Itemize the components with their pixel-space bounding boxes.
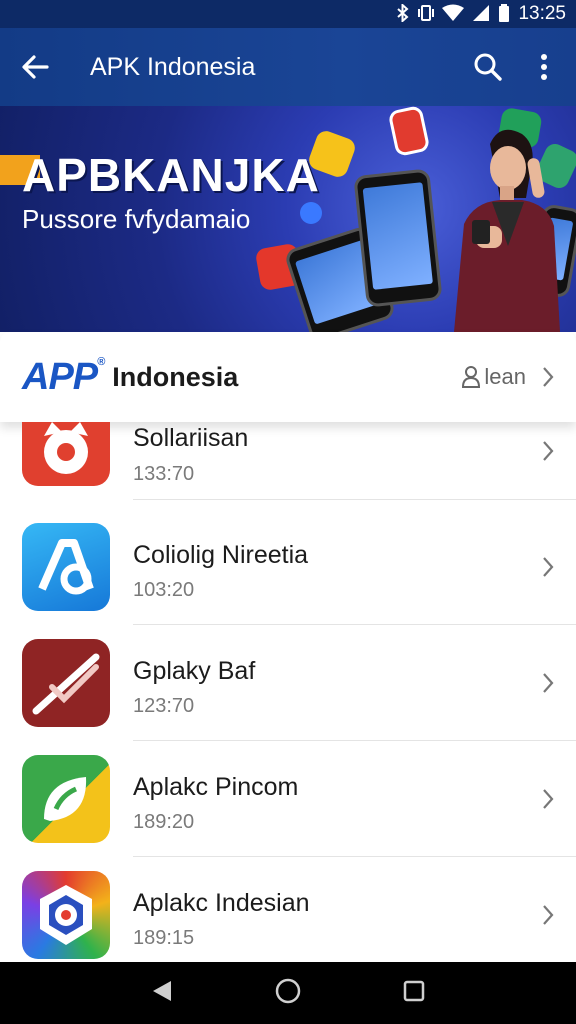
square-recents-icon — [403, 980, 425, 1001]
recents-nav-button[interactable] — [403, 980, 425, 1007]
app-meta: 123:70 — [133, 695, 195, 717]
app-icon-coliolig — [22, 523, 110, 611]
signal-icon — [472, 4, 490, 25]
login-label: lean — [484, 364, 526, 389]
app-meta: 189:15 — [133, 927, 195, 949]
app-name: Gplaky Baf — [133, 657, 256, 685]
app-meta: 103:20 — [133, 579, 195, 601]
app-name: Aplakc Indesian — [133, 889, 310, 917]
app-name: Coliolig Nireetia — [133, 541, 309, 569]
list-item[interactable]: Aplakc Indesian 189:15 — [0, 857, 576, 962]
floating-app-tile — [387, 106, 431, 158]
person-illustration — [454, 129, 560, 332]
list-item[interactable]: Gplaky Baf 123:70 — [0, 625, 576, 741]
more-vert-icon — [541, 54, 547, 80]
brand-header-card: APP® Indonesia lean — [0, 332, 576, 422]
list-item[interactable]: Coliolig Nireetia 103:20 — [0, 509, 576, 625]
app-logo: APP® — [22, 355, 105, 398]
app-name: Aplakc Pincom — [133, 773, 299, 801]
app-icon-aplakc-pincom — [22, 755, 110, 843]
app-list: Sollariisan 133:70 Coliolig Nireetia 103… — [0, 422, 576, 962]
brand-name: Indonesia — [112, 361, 239, 392]
promo-banner[interactable]: APBKANJKA Pussore fvfydamaio — [0, 106, 576, 332]
user-icon — [462, 366, 481, 388]
circle-home-icon — [275, 978, 301, 1003]
chevron-right-icon — [543, 673, 554, 693]
chevron-right-icon — [543, 905, 554, 925]
banner-subline: Pussore fvfydamaio — [22, 204, 251, 234]
back-button[interactable] — [0, 28, 70, 106]
list-item[interactable]: Aplakc Pincom 189:20 — [0, 741, 576, 857]
app-icon-gplaky — [22, 639, 110, 727]
app-bar: APK Indonesia — [0, 28, 576, 106]
arrow-back-icon — [22, 55, 49, 79]
chevron-right-icon — [543, 367, 554, 387]
back-nav-button[interactable] — [151, 979, 173, 1008]
overflow-menu-button[interactable] — [516, 28, 572, 106]
search-button[interactable] — [460, 28, 516, 106]
bluetooth-icon — [396, 2, 410, 25]
app-icon-aplakc-indesian — [22, 871, 110, 959]
battery-icon — [498, 3, 510, 25]
app-meta: 133:70 — [133, 463, 195, 485]
page-title: APK Indonesia — [90, 52, 256, 81]
wifi-icon — [442, 4, 465, 25]
status-time: 13:25 — [518, 3, 566, 24]
floating-app-tile — [300, 202, 322, 224]
status-bar: 13:25 — [0, 0, 576, 28]
vibrate-icon — [418, 4, 435, 25]
home-nav-button[interactable] — [275, 978, 301, 1009]
login-button[interactable]: lean — [462, 364, 554, 390]
chevron-right-icon — [543, 557, 554, 577]
chevron-right-icon — [543, 789, 554, 809]
banner-headline: APBKANJKA — [22, 149, 320, 201]
list-item[interactable]: Sollariisan 133:70 — [0, 422, 576, 500]
triangle-back-icon — [153, 980, 171, 1001]
search-icon — [474, 53, 502, 81]
app-meta: 189:20 — [133, 811, 195, 833]
app-icon-sollariisan — [22, 422, 110, 486]
system-navigation-bar — [0, 962, 576, 1024]
chevron-right-icon — [543, 441, 554, 461]
app-name: Sollariisan — [133, 424, 249, 452]
